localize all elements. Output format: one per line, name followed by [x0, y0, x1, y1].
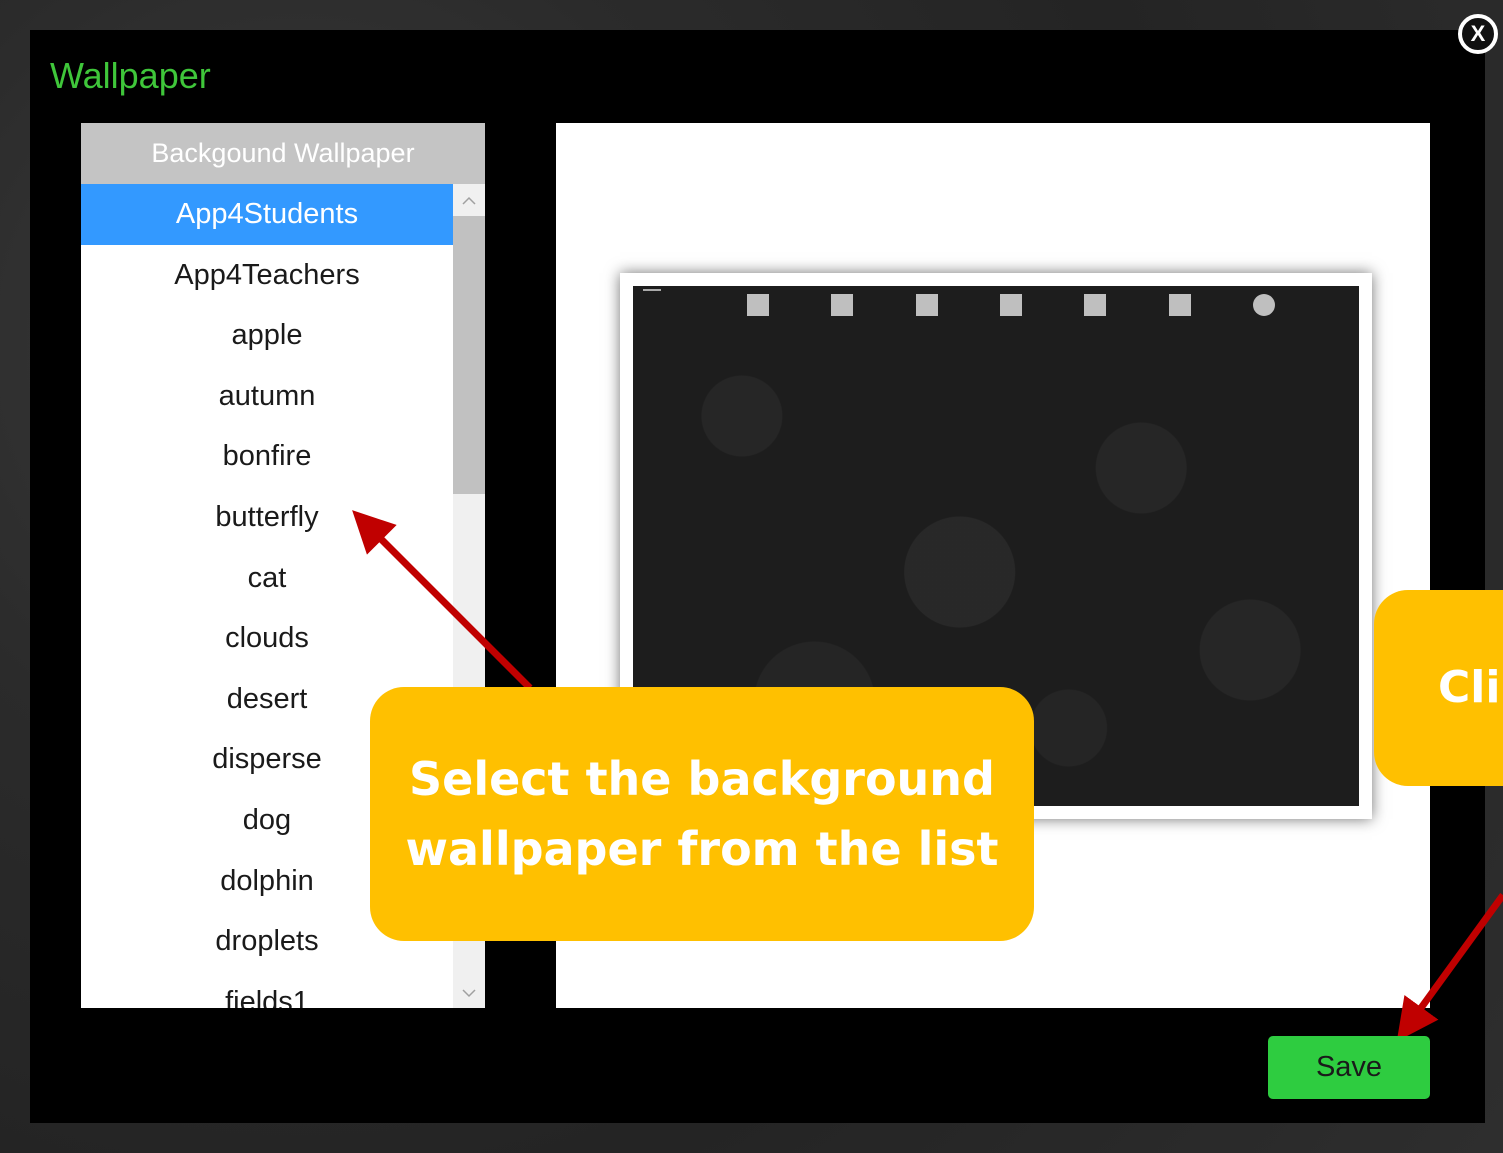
dialog-title: Wallpaper: [50, 55, 211, 96]
callout-line-2: wallpaper from the list: [405, 822, 999, 876]
callout-line-1: Select the background: [409, 752, 995, 806]
chevron-down-icon[interactable]: [453, 976, 485, 1008]
list-item[interactable]: bonfire: [81, 426, 453, 487]
preview-app-icon: [1253, 294, 1275, 316]
preview-app-icon: [747, 294, 769, 316]
list-item[interactable]: App4Students: [81, 184, 453, 245]
chevron-up-icon[interactable]: [453, 184, 485, 216]
save-button[interactable]: Save: [1268, 1036, 1430, 1099]
list-item[interactable]: apple: [81, 305, 453, 366]
preview-app-icon: [1000, 294, 1022, 316]
list-item[interactable]: butterfly: [81, 487, 453, 548]
scroll-thumb[interactable]: [453, 216, 485, 494]
preview-app-icon: [1084, 294, 1106, 316]
list-item[interactable]: clouds: [81, 608, 453, 669]
list-header: Backgound Wallpaper: [81, 123, 485, 184]
list-item[interactable]: autumn: [81, 366, 453, 427]
list-item[interactable]: cat: [81, 548, 453, 609]
list-item[interactable]: fields1: [81, 972, 453, 1008]
list-item[interactable]: App4Teachers: [81, 245, 453, 306]
close-button[interactable]: X: [1458, 14, 1498, 54]
callout-click-save: Cli: [1374, 590, 1503, 786]
preview-app-icon: [1169, 294, 1191, 316]
preview-menu-mark: [643, 289, 661, 291]
preview-app-icon: [831, 294, 853, 316]
callout-select-wallpaper: Select the background wallpaper from the…: [370, 687, 1034, 941]
preview-app-icon: [916, 294, 938, 316]
